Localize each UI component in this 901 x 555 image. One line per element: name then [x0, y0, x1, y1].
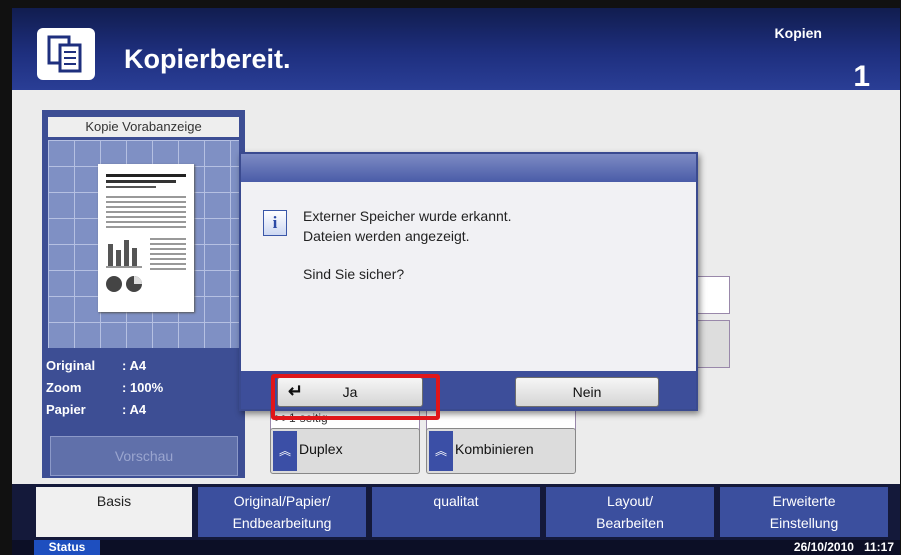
header-bar: Kopierbereit. Kopien 1 — [12, 8, 900, 93]
preview-area — [48, 140, 239, 348]
chevron-up-icon: ︽ — [273, 431, 297, 471]
tab-basis[interactable]: Basis — [36, 487, 192, 537]
tab-layout-bearbeiten[interactable]: Layout/Bearbeiten — [546, 487, 714, 537]
highlight-box — [271, 374, 440, 420]
preview-panel: Kopie Vorabanzeige Original: A4 Zoom: … — [42, 110, 245, 478]
preview-button[interactable]: Vorschau — [50, 436, 238, 476]
tab-qualitat[interactable]: qualitat — [372, 487, 540, 537]
tab-erweiterte-einstellung[interactable]: Erweiterte Einstellung — [720, 487, 888, 537]
copies-count: 1 — [853, 60, 870, 93]
dialog-message-line2: Dateien werden angezeigt. — [303, 228, 470, 244]
tab-original-papier[interactable]: Original/Papier/Endbearbeitung — [198, 487, 366, 537]
info-row-original: Original: A4 — [46, 358, 147, 373]
status-bar: Status 26/10/2010 11:17 — [12, 540, 900, 555]
tab-bar: Basis Original/Papier/Endbearbeitung qua… — [12, 484, 900, 540]
date-time: 26/10/2010 11:17 — [793, 540, 894, 554]
dialog-question: Sind Sie sicher? — [303, 266, 405, 282]
no-button[interactable]: Nein — [515, 377, 659, 407]
confirmation-dialog: i Externer Speicher wurde erkannt. Datei… — [239, 152, 698, 411]
status-button[interactable]: Status — [34, 540, 100, 555]
document-thumbnail — [98, 164, 194, 312]
info-row-paper: Papier: A4 — [46, 402, 147, 417]
combine-button[interactable]: ︽ Kombinieren — [426, 428, 576, 474]
info-icon: i — [263, 210, 287, 236]
dialog-title-bar — [241, 154, 696, 182]
copy-mode-icon — [37, 28, 95, 80]
dialog-message-line1: Externer Speicher wurde erkannt. — [303, 208, 512, 224]
touch-screen: Kopierbereit. Kopien 1 Kopie Vorabanzeig… — [12, 8, 900, 555]
copies-label: Kopien — [774, 25, 822, 41]
preview-title: Kopie Vorabanzeige — [48, 117, 239, 137]
info-row-zoom: Zoom: 100% — [46, 380, 164, 395]
chevron-up-icon: ︽ — [429, 431, 453, 471]
duplex-button[interactable]: ︽ Duplex — [270, 428, 420, 474]
page-title: Kopierbereit. — [124, 44, 291, 74]
